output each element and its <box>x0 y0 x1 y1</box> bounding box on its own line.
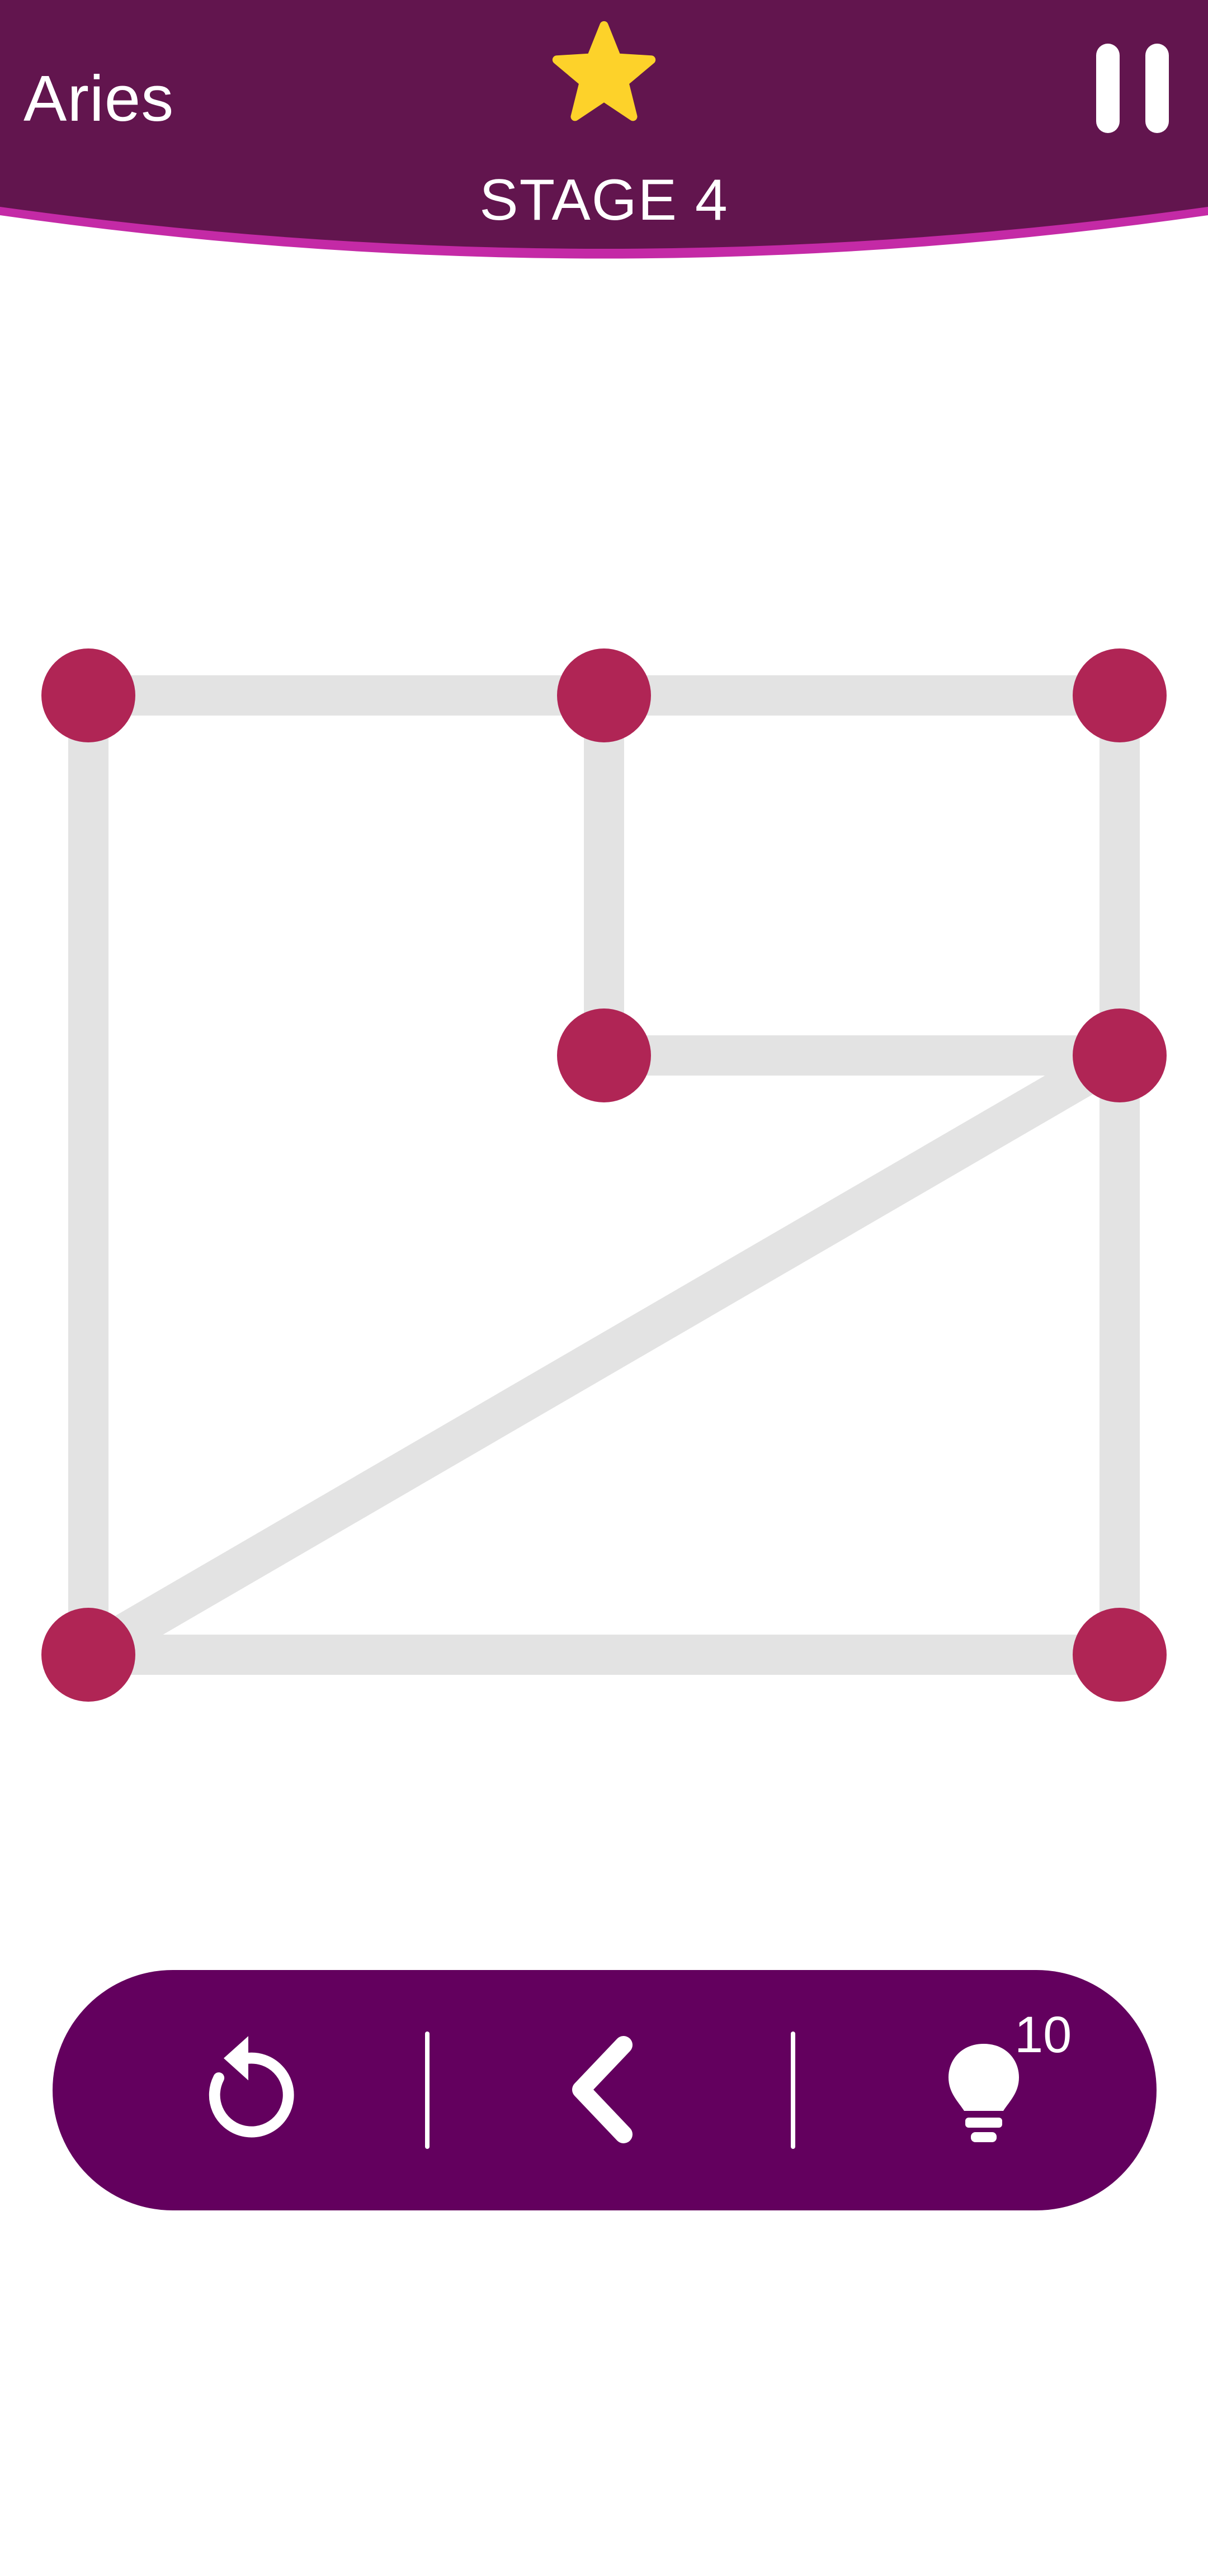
puzzle-node[interactable] <box>1073 648 1167 742</box>
lightbulb-icon <box>949 2044 1019 2142</box>
pause-icon <box>1096 44 1120 133</box>
back-button[interactable] <box>447 1970 760 2210</box>
hint-count-badge: 10 <box>1014 2006 1072 2063</box>
chevron-left-icon <box>572 2036 633 2143</box>
puzzle-node[interactable] <box>1073 1008 1167 1102</box>
puzzle-edge[interactable] <box>78 1038 1130 1673</box>
puzzle-node[interactable] <box>41 1608 135 1702</box>
toolbar-divider <box>425 2032 430 2149</box>
puzzle-node[interactable] <box>1073 1608 1167 1702</box>
level-name: Aries <box>23 62 174 135</box>
puzzle-node[interactable] <box>557 648 651 742</box>
undo-icon <box>209 2036 294 2138</box>
hint-button[interactable] <box>813 1970 1126 2210</box>
pause-icon <box>1145 44 1169 133</box>
pause-button[interactable] <box>1096 44 1169 133</box>
header: Aries STAGE 4 <box>0 0 1208 268</box>
star-icon <box>552 21 656 121</box>
stage-label: STAGE 4 <box>479 168 729 233</box>
undo-button[interactable] <box>75 1970 388 2210</box>
puzzle-node[interactable] <box>41 648 135 742</box>
bottom-toolbar: 10 <box>53 1970 1157 2210</box>
puzzle-board[interactable] <box>0 615 1208 1722</box>
toolbar-divider <box>791 2032 795 2149</box>
game-screen: Aries STAGE 4 10 <box>0 0 1208 2576</box>
puzzle-node[interactable] <box>557 1008 651 1102</box>
